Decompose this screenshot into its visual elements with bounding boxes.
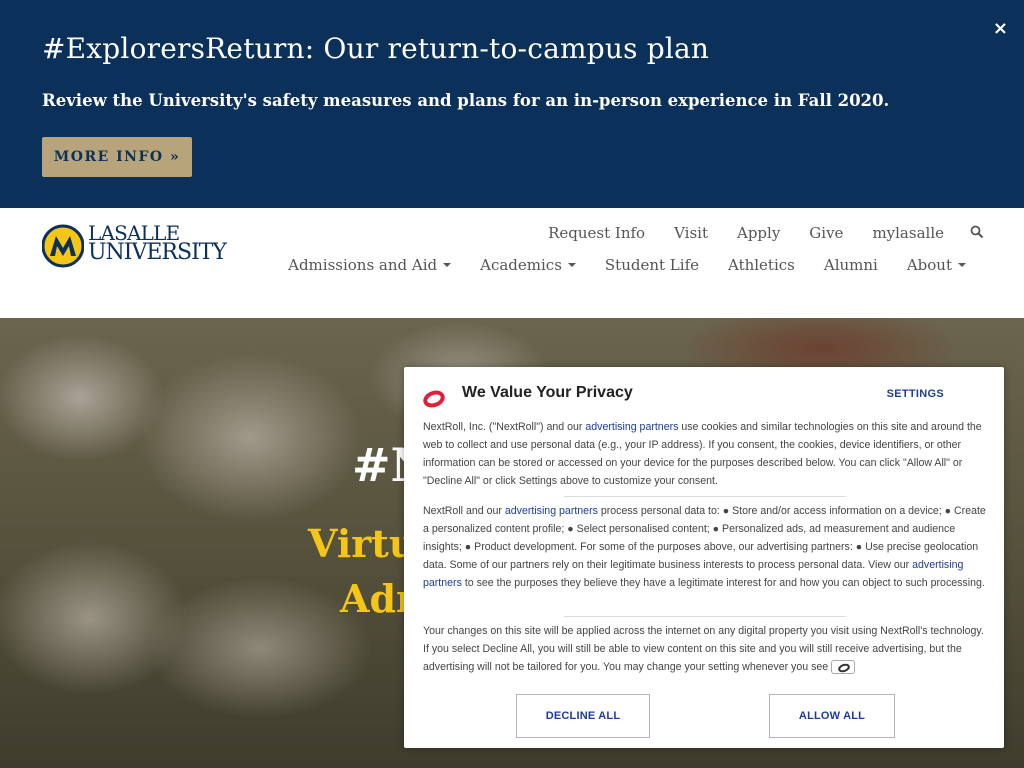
nav-visit[interactable]: Visit bbox=[674, 224, 708, 243]
nav-apply[interactable]: Apply bbox=[737, 224, 780, 243]
privacy-paragraph-3: Your changes on this site will be applie… bbox=[423, 622, 988, 676]
logo-wordmark: LASALLE UNIVERSITY bbox=[88, 223, 227, 265]
nav-give[interactable]: Give bbox=[809, 224, 843, 243]
nav-athletics[interactable]: Athletics bbox=[728, 256, 795, 274]
logo-line2: UNIVERSITY bbox=[88, 240, 227, 265]
privacy-consent-dialog: We Value Your Privacy SETTINGS NextRoll,… bbox=[404, 367, 1004, 748]
privacy-paragraph-1: NextRoll, Inc. ("NextRoll") and our adve… bbox=[423, 418, 988, 490]
p2-text-a: NextRoll and our bbox=[423, 505, 505, 517]
site-header: LASALLE UNIVERSITY Request Info Visit Ap… bbox=[0, 208, 1024, 318]
caret-down-icon bbox=[958, 263, 966, 267]
main-nav: Admissions and Aid Academics Student Lif… bbox=[259, 256, 966, 274]
dialog-title: We Value Your Privacy bbox=[462, 384, 633, 401]
banner-title: #ExplorersReturn: Our return-to-campus p… bbox=[42, 32, 710, 65]
p3-text: Your changes on this site will be applie… bbox=[423, 625, 984, 673]
allow-all-button[interactable]: ALLOW ALL bbox=[769, 694, 895, 738]
nav-label: Admissions and Aid bbox=[288, 256, 438, 274]
nav-student-life[interactable]: Student Life bbox=[605, 256, 699, 274]
nav-mylasalle[interactable]: mylasalle bbox=[872, 224, 944, 243]
hero-heading-line1: Virtu bbox=[308, 521, 417, 566]
privacy-paragraph-2: NextRoll and our advertising partners pr… bbox=[423, 502, 988, 592]
advertising-partners-link[interactable]: advertising partners bbox=[585, 421, 678, 433]
lasalle-logo[interactable]: LASALLE UNIVERSITY bbox=[42, 223, 227, 270]
search-icon[interactable] bbox=[970, 224, 984, 243]
p2-text-c: to see the purposes they believe they ha… bbox=[461, 577, 985, 589]
caret-down-icon bbox=[443, 263, 452, 267]
nextroll-settings-icon[interactable] bbox=[831, 660, 856, 675]
caret-down-icon bbox=[567, 263, 576, 267]
divider bbox=[564, 496, 846, 497]
nav-admissions-and-aid[interactable]: Admissions and Aid bbox=[288, 256, 452, 274]
nav-about[interactable]: About bbox=[907, 256, 966, 274]
utility-nav: Request Info Visit Apply Give mylasalle bbox=[519, 224, 984, 243]
nextroll-logo-icon bbox=[423, 390, 445, 408]
decline-all-button[interactable]: DECLINE ALL bbox=[516, 694, 650, 738]
p1-text-a: NextRoll, Inc. ("NextRoll") and our bbox=[423, 421, 586, 433]
alert-banner: #ExplorersReturn: Our return-to-campus p… bbox=[0, 0, 1024, 208]
nav-request-info[interactable]: Request Info bbox=[548, 224, 645, 243]
nav-label: About bbox=[906, 256, 952, 274]
logo-emblem-icon bbox=[42, 224, 84, 268]
more-info-button[interactable]: MORE INFO » bbox=[42, 137, 192, 177]
divider bbox=[564, 616, 846, 617]
settings-link[interactable]: SETTINGS bbox=[887, 388, 944, 400]
nav-academics[interactable]: Academics bbox=[480, 256, 576, 274]
close-icon[interactable]: × bbox=[993, 18, 1008, 39]
nav-label: Academics bbox=[480, 256, 562, 274]
advertising-partners-link[interactable]: advertising partners bbox=[505, 505, 598, 517]
banner-subtitle: Review the University's safety measures … bbox=[42, 91, 890, 110]
nav-alumni[interactable]: Alumni bbox=[824, 256, 878, 274]
